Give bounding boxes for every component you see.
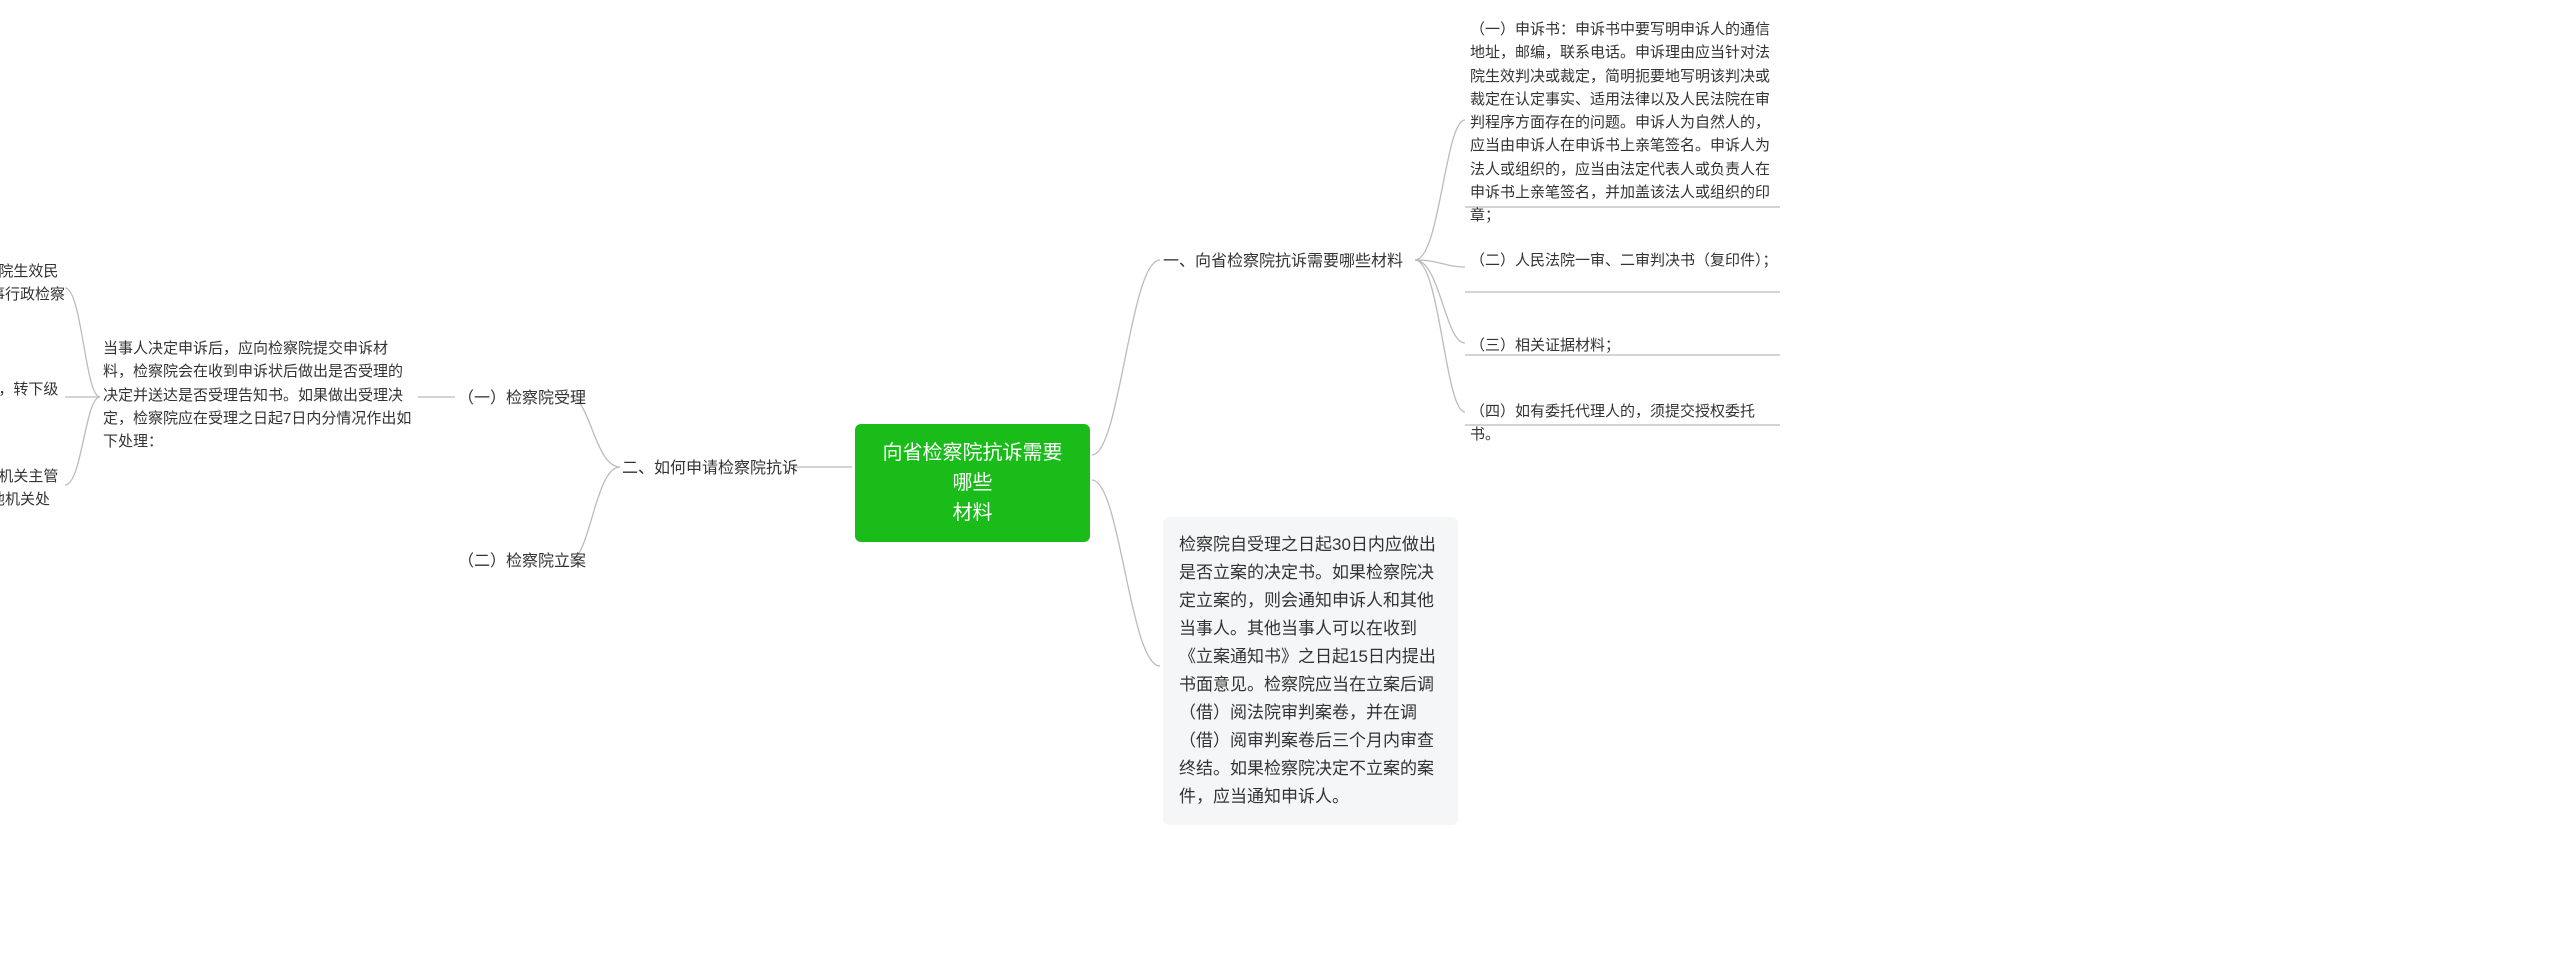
sub-filing: （二）检察院立案 [458,550,586,575]
acceptance-item-3: 3、依法属于人民法院或者其他机关主管范围的，移送人民法院或者其他机关处理。 [0,465,65,535]
acceptance-desc: 当事人决定申诉后，应向检察院提交申诉材料，检察院会在收到申诉状后做出是否受理的决… [103,337,416,453]
branch-materials: 一、向省检察院抗诉需要哪些材料 [1163,250,1403,275]
branch-how-to-apply: 二、如何申请检察院抗诉 [622,457,798,482]
acceptance-item-1: 1、不服同级或者下一级人民法院生效民事判决、裁定的，移送本院民事行政检察部门审查… [0,260,65,330]
material-item-1: （一）申诉书：申诉书中要写明申诉人的通信地址，邮编，联系电话。申诉理由应当针对法… [1470,18,1780,227]
center-title: 向省检察院抗诉需要哪些 材料 [855,424,1090,542]
material-item-2: （二）人民法院一审、二审判决书（复印件）； [1470,249,1780,272]
material-item-3: （三）相关证据材料； [1470,334,1780,357]
material-item-4: （四）如有委托代理人的，须提交授权委托书。 [1470,400,1780,447]
acceptance-item-2: 2、下级人民检察院有抗诉权的，转下级人民检察院审查处理； [0,378,65,425]
center-title-line1: 向省检察院抗诉需要哪些 [883,442,1063,494]
center-title-line2: 材料 [953,502,993,524]
filing-detail: 检察院自受理之日起30日内应做出是否立案的决定书。如果检察院决定立案的，则会通知… [1163,517,1458,825]
sub-acceptance: （一）检察院受理 [458,387,586,412]
